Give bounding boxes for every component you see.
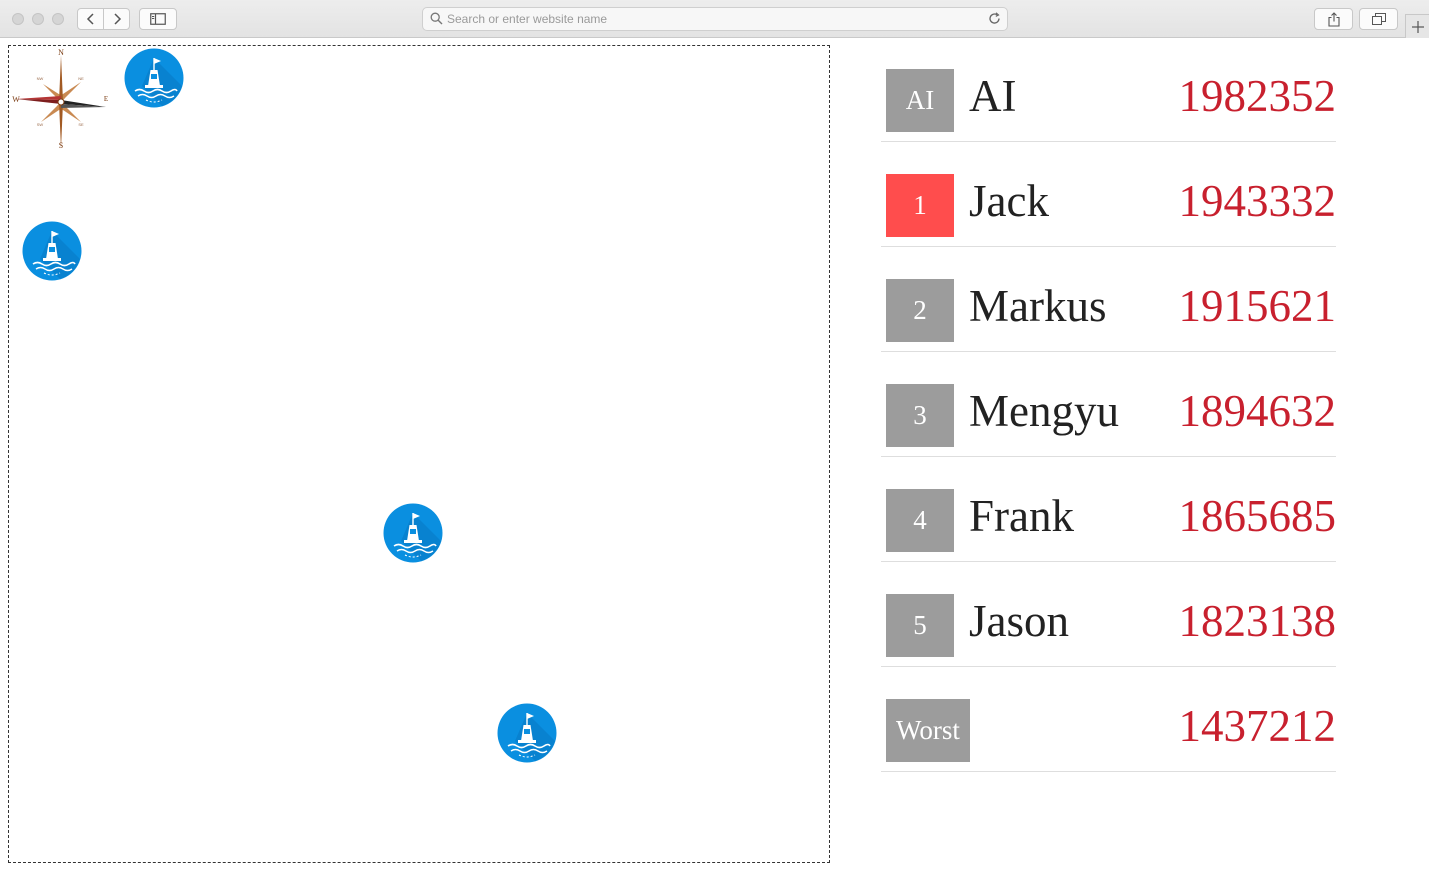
leaderboard-row-worst: Worst 1437212 <box>881 667 1336 772</box>
rank-badge: 3 <box>886 384 954 447</box>
player-score: 1982352 <box>1178 71 1337 121</box>
leaderboard-row-1: 1 Jack 1943332 <box>881 142 1336 247</box>
player-name: AI <box>969 71 1017 121</box>
leaderboard-row-ai: AI AI 1982352 <box>881 37 1336 142</box>
compass-label-se: SE <box>78 122 84 127</box>
compass-label-sw: SW <box>37 122 44 127</box>
rank-badge-worst: Worst <box>886 699 970 762</box>
share-icon <box>1327 11 1340 27</box>
buoy-icon[interactable] <box>383 503 443 563</box>
buoy-icon[interactable] <box>22 221 82 281</box>
compass-rose-icon: N S W E NW NE SW SE <box>12 48 108 150</box>
sidebar-icon <box>150 13 166 25</box>
tabs-icon <box>1371 13 1386 25</box>
player-score: 1915621 <box>1178 281 1337 331</box>
chevron-right-icon <box>113 13 121 25</box>
compass-label-west: W <box>12 95 20 104</box>
rank-badge: 2 <box>886 279 954 342</box>
player-score: 1437212 <box>1178 701 1337 751</box>
buoy-icon[interactable] <box>124 48 184 108</box>
address-input[interactable] <box>447 11 977 27</box>
compass-label-ne: NE <box>78 76 84 81</box>
browser-toolbar <box>0 0 1429 38</box>
forward-button[interactable] <box>103 9 129 29</box>
buoy-icon[interactable] <box>497 703 557 763</box>
leaderboard-row-3: 3 Mengyu 1894632 <box>881 352 1336 457</box>
player-score: 1865685 <box>1178 491 1337 541</box>
window-minimize-button[interactable] <box>32 13 44 25</box>
share-button[interactable] <box>1314 8 1353 30</box>
rank-badge-current: 1 <box>886 174 954 237</box>
player-score: 1943332 <box>1178 176 1337 226</box>
reload-icon[interactable] <box>988 12 1001 25</box>
compass-label-nw: NW <box>37 76 44 81</box>
compass-label-north: N <box>58 48 64 57</box>
player-score: 1894632 <box>1178 386 1337 436</box>
leaderboard: AI AI 1982352 1 Jack 1943332 2 Markus 19… <box>881 37 1336 772</box>
player-name: Mengyu <box>969 386 1119 436</box>
rank-badge: AI <box>886 69 954 132</box>
leaderboard-row-4: 4 Frank 1865685 <box>881 457 1336 562</box>
player-name: Frank <box>969 491 1074 541</box>
navigation-buttons <box>77 8 130 30</box>
plus-icon <box>1411 20 1424 33</box>
compass-label-south: S <box>59 141 63 150</box>
window-zoom-button[interactable] <box>52 13 64 25</box>
player-score: 1823138 <box>1178 596 1337 646</box>
game-board[interactable]: N S W E NW NE SW SE <box>8 45 830 863</box>
search-icon <box>430 12 443 25</box>
leaderboard-row-2: 2 Markus 1915621 <box>881 247 1336 352</box>
rank-badge: 5 <box>886 594 954 657</box>
player-name: Jason <box>969 596 1069 646</box>
leaderboard-row-5: 5 Jason 1823138 <box>881 562 1336 667</box>
show-tabs-button[interactable] <box>1359 8 1398 30</box>
player-name: Markus <box>969 281 1107 331</box>
address-bar[interactable] <box>422 7 1008 31</box>
back-button[interactable] <box>78 9 103 29</box>
window-close-button[interactable] <box>12 13 24 25</box>
sidebar-button[interactable] <box>139 8 177 30</box>
rank-badge: 4 <box>886 489 954 552</box>
compass-label-east: E <box>104 95 108 103</box>
player-name: Jack <box>969 176 1049 226</box>
new-tab-button[interactable] <box>1405 14 1429 38</box>
chevron-left-icon <box>86 13 94 25</box>
